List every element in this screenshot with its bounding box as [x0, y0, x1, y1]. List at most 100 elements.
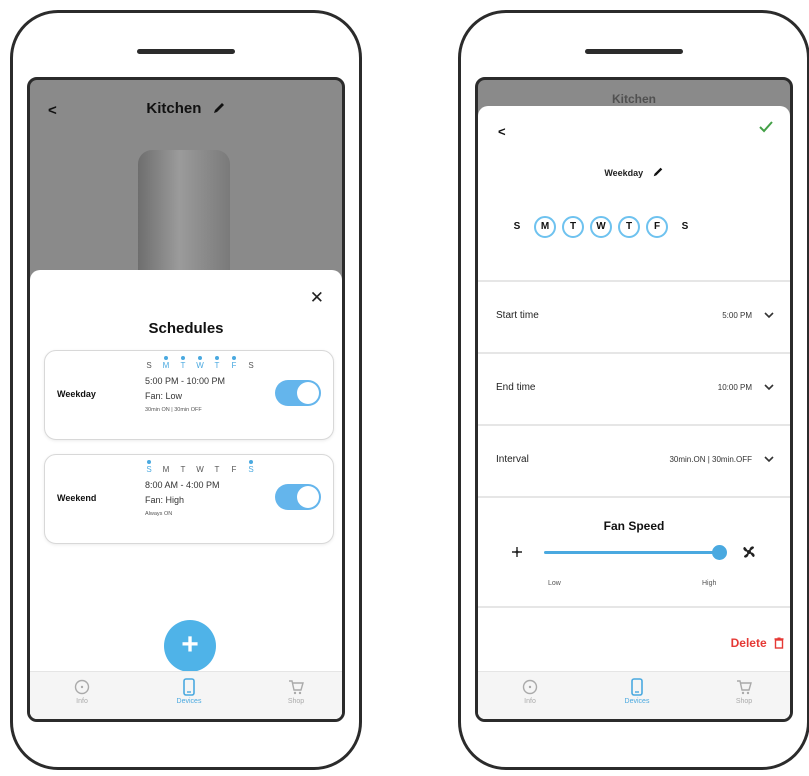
interval-value: 30min.ON | 30min.OFF [669, 455, 752, 464]
day-indicator: T [214, 465, 220, 474]
schedule-name: Weekday [57, 389, 96, 399]
phone-left: < Kitchen ✕ Schedules Weekday S M T W T [10, 10, 362, 770]
delete-label: Delete [730, 636, 767, 650]
pencil-icon[interactable] [212, 101, 226, 119]
tab-label: Shop [287, 698, 305, 705]
tab-label: Devices [176, 698, 202, 705]
divider [478, 496, 790, 498]
schedule-editor-screen: Kitchen < Weekday S M T W T F S Start ti… [475, 77, 793, 722]
interval-label: Interval [496, 454, 529, 465]
schedule-toggle[interactable] [275, 380, 321, 406]
schedule-toggle[interactable] [275, 484, 321, 510]
schedule-fan: Fan: Low [145, 391, 183, 401]
fan-speed-title: Fan Speed [603, 519, 665, 533]
schedule-card-weekend[interactable]: Weekend S M T W T F S 8:00 AM - 4:00 PM … [44, 454, 334, 544]
check-icon[interactable] [758, 120, 774, 139]
chevron-down-icon [764, 384, 774, 391]
day-indicator: F [231, 465, 237, 474]
day-toggle-wednesday[interactable]: W [590, 216, 612, 238]
tab-devices[interactable]: Devices [607, 678, 667, 705]
delete-button[interactable]: Delete [731, 636, 784, 650]
day-indicator: M [162, 465, 170, 474]
tab-shop[interactable]: Shop [266, 678, 326, 705]
chevron-down-icon [764, 456, 774, 463]
schedule-times: 8:00 AM - 4:00 PM [145, 480, 220, 490]
end-time-value: 10:00 PM [717, 383, 752, 392]
day-toggle-friday[interactable]: F [646, 216, 668, 238]
divider [478, 606, 790, 608]
fan-speed-low-label: Low [548, 580, 561, 587]
fan-speed-high-label: High [702, 580, 717, 587]
day-toggle-sunday[interactable]: S [506, 216, 528, 238]
day-indicator: M [162, 356, 170, 370]
fan-speed-track[interactable] [544, 551, 720, 554]
close-icon[interactable]: ✕ [310, 288, 324, 308]
day-indicator: S [146, 460, 152, 474]
schedule-interval: Always ON [145, 511, 173, 517]
tab-shop[interactable]: Shop [714, 678, 774, 705]
day-toggle-saturday[interactable]: S [674, 216, 696, 238]
day-indicator: W [196, 356, 204, 370]
tab-label: Info [524, 698, 536, 705]
fan-high-icon [743, 546, 755, 558]
room-header: < Kitchen [30, 80, 342, 140]
fan-speed-slider-handle[interactable] [712, 545, 727, 560]
tab-devices[interactable]: Devices [159, 678, 219, 705]
interval-row[interactable]: Interval 30min.ON | 30min.OFF [478, 426, 790, 496]
day-indicators: S M T W T F S [145, 460, 255, 474]
tab-info[interactable]: Info [52, 678, 112, 705]
trash-icon [774, 637, 784, 649]
tab-label: Devices [624, 698, 650, 705]
info-icon [522, 679, 538, 695]
phone-icon [631, 678, 643, 696]
cart-icon [289, 680, 304, 695]
weekday-selector: S M T W T F S [506, 216, 696, 238]
tab-info[interactable]: Info [500, 678, 560, 705]
back-button[interactable]: < [498, 124, 506, 139]
day-indicator: S [146, 361, 152, 370]
day-toggle-tuesday[interactable]: T [562, 216, 584, 238]
schedule-interval: 30min ON | 30min OFF [145, 407, 202, 413]
day-indicator: F [231, 356, 237, 370]
tab-bar: Info Devices Shop [478, 671, 790, 719]
schedule-times: 5:00 PM - 10:00 PM [145, 376, 226, 386]
chevron-down-icon [764, 312, 774, 319]
day-indicator: T [180, 465, 186, 474]
day-indicator: S [248, 361, 254, 370]
schedule-name[interactable]: Weekday [478, 166, 790, 180]
day-indicator: T [180, 356, 186, 370]
tab-bar: Info Devices Shop [30, 671, 342, 719]
start-time-row[interactable]: Start time 5:00 PM [478, 282, 790, 352]
room-title-label: Kitchen [146, 100, 202, 117]
tab-label: Info [76, 698, 88, 705]
schedule-card-weekday[interactable]: Weekday S M T W T F S 5:00 PM - 10:00 PM… [44, 350, 334, 440]
schedule-editor: < Weekday S M T W T F S Start time 5:00 … [478, 106, 790, 719]
end-time-label: End time [496, 382, 536, 393]
sheet-title: Schedules [148, 320, 224, 337]
add-schedule-button[interactable]: + [164, 620, 216, 672]
day-toggle-monday[interactable]: M [534, 216, 556, 238]
phone-icon [183, 678, 195, 696]
day-indicator: T [214, 356, 220, 370]
day-toggle-thursday[interactable]: T [618, 216, 640, 238]
day-indicator: W [196, 465, 204, 474]
schedule-name-label: Weekday [604, 168, 644, 178]
start-time-value: 5:00 PM [722, 311, 752, 320]
cart-icon [737, 680, 752, 695]
day-indicator: S [248, 460, 254, 474]
fan-low-icon [512, 547, 522, 557]
info-icon [74, 679, 90, 695]
phone-speaker [585, 49, 683, 54]
background-room-title: Kitchen [611, 92, 656, 106]
schedule-name: Weekend [57, 493, 97, 503]
pencil-icon[interactable] [652, 166, 664, 180]
end-time-row[interactable]: End time 10:00 PM [478, 354, 790, 424]
day-indicators: S M T W T F S [145, 356, 255, 370]
start-time-label: Start time [496, 310, 539, 321]
tab-label: Shop [735, 698, 753, 705]
phone-speaker [137, 49, 235, 54]
schedules-screen: < Kitchen ✕ Schedules Weekday S M T W T [27, 77, 345, 722]
room-title[interactable]: Kitchen [30, 100, 342, 119]
schedule-fan: Fan: High [145, 495, 185, 505]
phone-right: Kitchen < Weekday S M T W T F S Start ti… [458, 10, 809, 770]
